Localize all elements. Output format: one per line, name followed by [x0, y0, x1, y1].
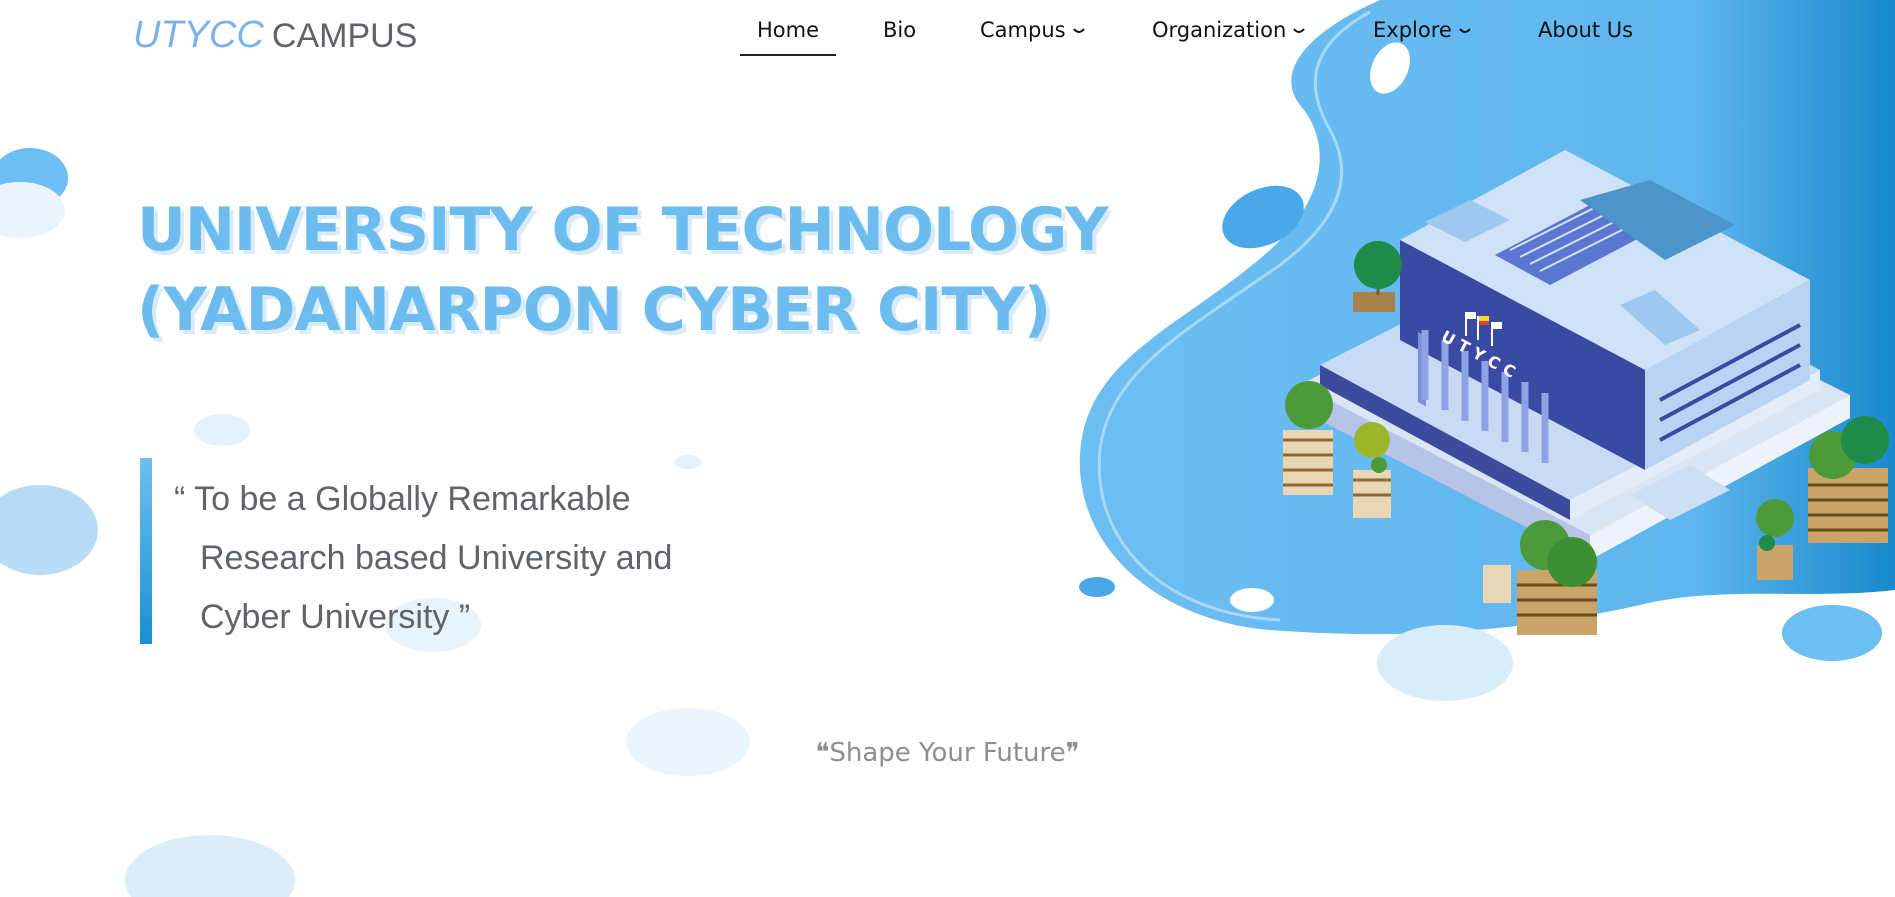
vision-quote: “ To be a Globally Remarkable Research b…	[174, 470, 672, 647]
nav-bio[interactable]: Bio	[883, 18, 916, 58]
chevron-down-icon	[1072, 28, 1085, 33]
logo-sub-text: CAMPUS	[271, 17, 418, 55]
nav-about-us[interactable]: About Us	[1538, 18, 1633, 58]
chevron-down-icon	[1459, 28, 1471, 33]
quote-accent-bar	[140, 458, 152, 644]
nav-about-us-label: About Us	[1538, 18, 1634, 42]
nav-bio-label: Bio	[883, 18, 917, 42]
nav-home-label: Home	[757, 18, 820, 42]
tagline: ❝Shape Your Future❞	[815, 738, 1080, 768]
quote-line-2: Research based University and	[200, 539, 673, 577]
nav-campus[interactable]: Campus	[980, 18, 1086, 58]
nav-campus-label: Campus	[980, 18, 1066, 42]
nav-explore-label: Explore	[1373, 18, 1452, 42]
nav-explore[interactable]: Explore	[1373, 18, 1472, 58]
nav-organization-label: Organization	[1152, 18, 1287, 42]
chevron-down-icon	[1293, 28, 1306, 33]
nav-home[interactable]: Home	[739, 18, 837, 58]
logo-main-text: UTYCC	[133, 14, 264, 56]
site-logo[interactable]: UTYCC CAMPUS	[133, 12, 417, 59]
tree-icon	[1353, 241, 1402, 312]
quote-line-1: “ To be a Globally Remarkable	[174, 480, 631, 518]
quote-line-3: Cyber University ”	[200, 598, 471, 636]
hero-title-line-2: (YADANARPON CYBER CITY)	[137, 275, 1051, 345]
hero-title: UNIVERSITY OF TECHNOLOGY (YADANARPON CYB…	[137, 190, 1108, 350]
hero-title-line-1: UNIVERSITY OF TECHNOLOGY	[137, 195, 1108, 265]
nav-organization[interactable]: Organization	[1152, 18, 1306, 58]
